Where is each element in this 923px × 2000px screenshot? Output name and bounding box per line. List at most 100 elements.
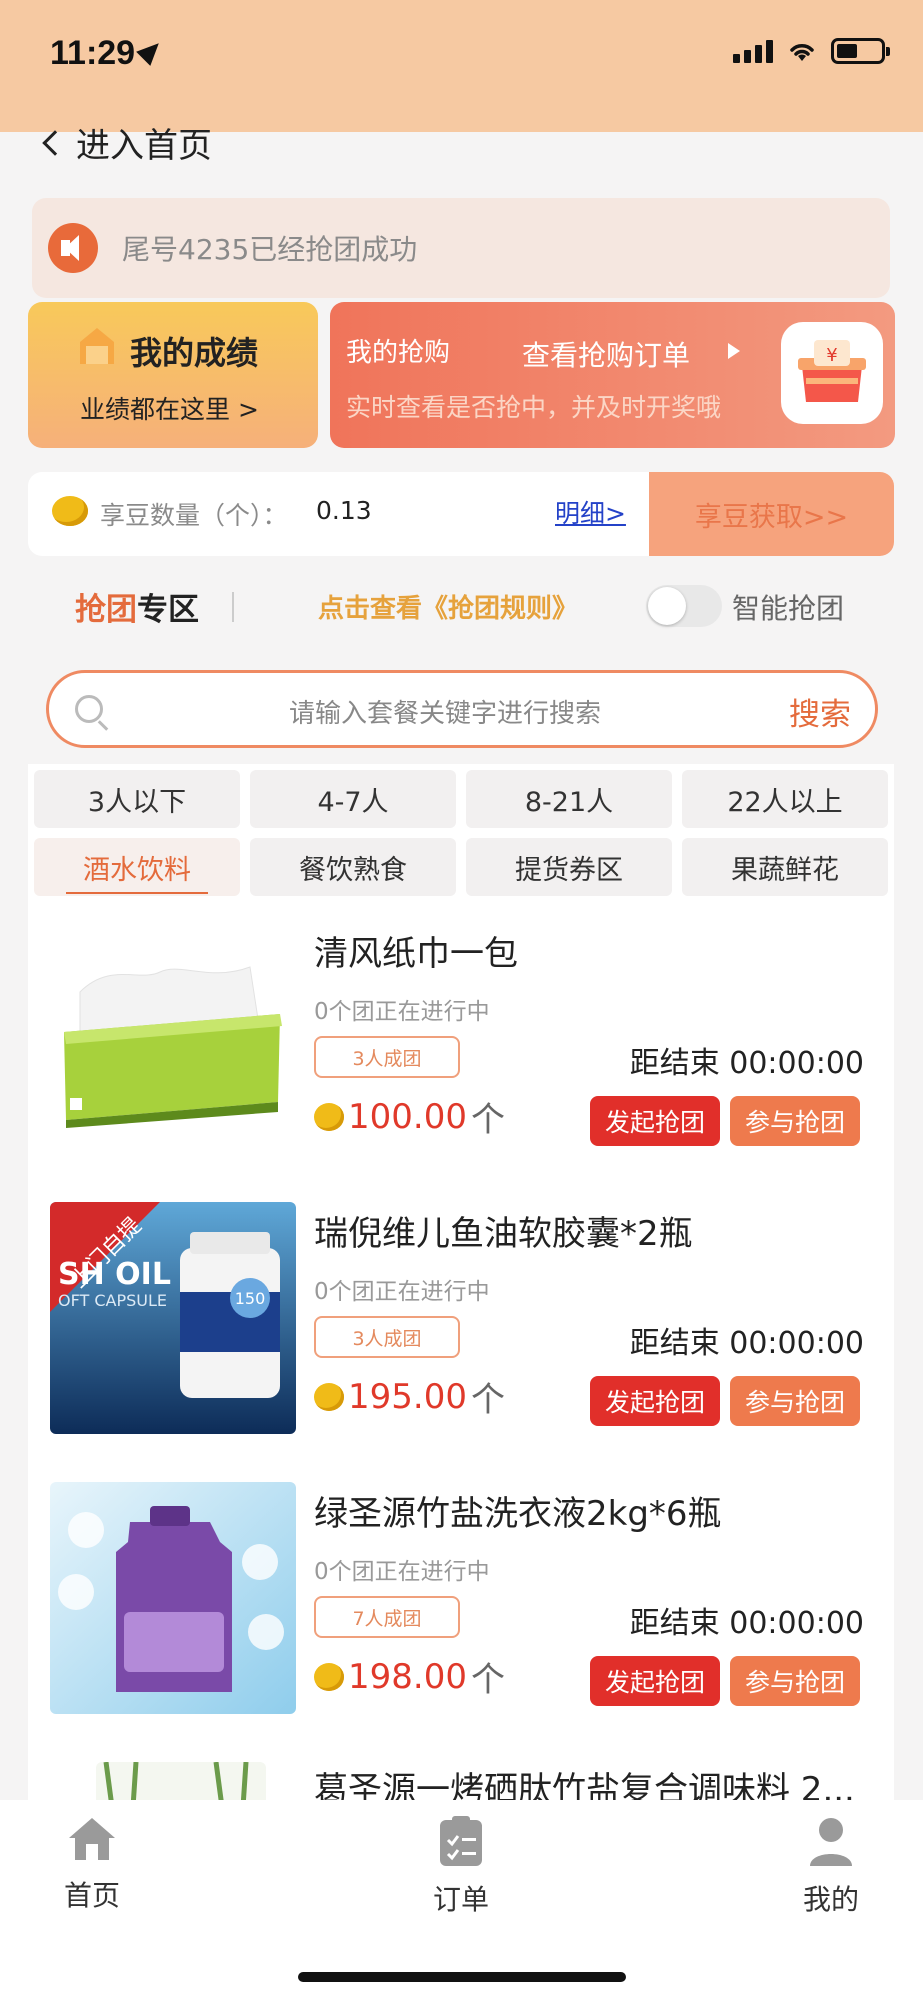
bean-icon [52, 496, 88, 526]
filter-grid: 3人以下 4-7人 8-21人 22人以上 酒水饮料 餐饮熟食 提货券区 果蔬鲜… [28, 764, 894, 900]
capsule-label-text: OFT CAPSULE [58, 1291, 167, 1310]
purchase-title: 我的抢购 [346, 338, 451, 368]
product-price: 100.00 个 [314, 1092, 505, 1141]
tab-home-label: 首页 [63, 1879, 120, 1912]
start-group-button[interactable]: 发起抢团 [590, 1656, 720, 1706]
location-arrow-icon [136, 36, 166, 66]
price-unit: 个 [470, 1380, 505, 1420]
bean-icon [314, 1382, 344, 1411]
tab-bar: 首页 订单 我的 [0, 1800, 923, 2000]
filter-group-size[interactable]: 3人以下 [34, 770, 240, 828]
product-price: 195.00 个 [314, 1372, 505, 1421]
product-item[interactable]: 清风纸巾一包 0个团正在进行中 3人成团 距结束 00:00:00 100.00… [28, 900, 894, 1180]
zone-title-accent: 抢团 [75, 592, 137, 628]
smart-grab-label: 智能抢团 [732, 592, 845, 625]
price-value: 198.00 [348, 1656, 467, 1697]
join-group-button[interactable]: 参与抢团 [730, 1376, 860, 1426]
chevron-left-icon [42, 129, 68, 156]
beans-label: 享豆数量（个）： [100, 501, 288, 530]
product-item[interactable]: 上门自提 SH OIL OFT CAPSULE 150 瑞倪维儿鱼油软胶囊*2瓶… [28, 1180, 894, 1460]
nav-title: 进入首页 [76, 126, 212, 166]
product-name: 瑞倪维儿鱼油软胶囊*2瓶 [314, 1214, 693, 1254]
my-score-card[interactable]: 我的成绩 业绩都在这里 > [28, 302, 318, 448]
notice-text: 尾号4235已经抢团成功 [122, 233, 418, 266]
filter-group-size[interactable]: 8-21人 [466, 770, 672, 828]
beans-row: 享豆数量（个）： 0.13 明细> 享豆获取>> [28, 472, 894, 556]
status-icons [733, 38, 890, 64]
tab-orders[interactable]: 订单 [401, 1814, 521, 1918]
product-name: 清风纸巾一包 [314, 934, 518, 974]
search-icon [75, 695, 103, 723]
filter-category[interactable]: 果蔬鲜花 [682, 838, 888, 896]
toggle-knob [648, 587, 686, 625]
product-item[interactable]: 绿圣源竹盐洗衣液2kg*6瓶 0个团正在进行中 7人成团 距结束 00:00:0… [28, 1460, 894, 1740]
tab-mine-label: 我的 [802, 1883, 859, 1916]
user-icon [810, 1818, 852, 1866]
filter-category[interactable]: 餐饮熟食 [250, 838, 456, 896]
my-purchase-card[interactable]: 我的抢购 查看抢购订单 实时查看是否抢中，并及时开奖哦 ¥ [330, 302, 895, 448]
product-name: 葛圣源一烤硒肽竹盐复合调味料 2... [314, 1770, 855, 1800]
start-group-button[interactable]: 发起抢团 [590, 1376, 720, 1426]
filter-group-size[interactable]: 4-7人 [250, 770, 456, 828]
view-orders-link[interactable]: 查看抢购订单 [522, 334, 690, 374]
product-image-tissue [50, 922, 296, 1154]
battery-icon [831, 38, 890, 64]
join-group-button[interactable]: 参与抢团 [730, 1096, 860, 1146]
tab-orders-label: 订单 [432, 1883, 489, 1916]
gift-box-icon: ¥ [781, 322, 883, 424]
filter-category[interactable]: 提货券区 [466, 838, 672, 896]
bean-icon [314, 1662, 344, 1691]
tab-mine[interactable]: 我的 [771, 1814, 891, 1918]
price-unit: 个 [470, 1660, 505, 1700]
home-indicator [298, 1972, 626, 1982]
product-image-detergent [50, 1482, 296, 1714]
group-size-badge: 7人成团 [314, 1596, 460, 1638]
clipboard-icon [440, 1816, 482, 1866]
status-bar: 11:29 [0, 0, 923, 132]
smart-grab-toggle[interactable] [646, 585, 722, 627]
product-price: 198.00 个 [314, 1652, 505, 1701]
product-list: 清风纸巾一包 0个团正在进行中 3人成团 距结束 00:00:00 100.00… [28, 900, 894, 1800]
price-value: 195.00 [348, 1376, 467, 1417]
product-status: 0个团正在进行中 [314, 1279, 490, 1305]
zone-title: 抢团专区 [75, 584, 199, 629]
score-title: 我的成绩 [130, 334, 259, 372]
search-input[interactable]: 请输入套餐关键字进行搜索 搜索 [46, 670, 878, 748]
filter-group-size[interactable]: 22人以上 [682, 770, 888, 828]
zone-title-rest: 专区 [137, 592, 199, 628]
play-arrow-icon [728, 343, 740, 359]
rules-link[interactable]: 点击查看《抢团规则》 [318, 588, 578, 625]
start-group-button[interactable]: 发起抢团 [590, 1096, 720, 1146]
capsule-count-badge-text: 150 [235, 1289, 266, 1308]
fish-oil-label-text: SH OIL [58, 1257, 171, 1292]
filter-category-active[interactable]: 酒水饮料 [34, 838, 240, 896]
beans-value: 0.13 [316, 496, 372, 525]
price-unit: 个 [470, 1100, 505, 1140]
score-badge-icon [80, 328, 114, 364]
score-subtitle: 业绩都在这里 > [80, 395, 259, 424]
notice-banner: 尾号4235已经抢团成功 [32, 198, 890, 298]
tab-home[interactable]: 首页 [32, 1814, 152, 1914]
product-item[interactable]: 葛圣源一烤硒肽竹盐复合调味料 2... [28, 1740, 894, 1800]
zone-divider [232, 592, 234, 622]
group-size-badge: 3人成团 [314, 1036, 460, 1078]
product-image-seasoning [96, 1762, 266, 1800]
beans-detail-link[interactable]: 明细> [555, 494, 626, 530]
bean-icon [314, 1102, 344, 1131]
countdown: 距结束 00:00:00 [629, 1606, 864, 1641]
cellular-signal-icon [733, 39, 773, 63]
product-status: 0个团正在进行中 [314, 999, 490, 1025]
speaker-icon [48, 223, 98, 273]
group-size-badge: 3人成团 [314, 1316, 460, 1358]
get-beans-button[interactable]: 享豆获取>> [649, 472, 894, 556]
back-to-home-button[interactable]: 进入首页 [40, 118, 212, 167]
product-status: 0个团正在进行中 [314, 1559, 490, 1585]
product-name: 绿圣源竹盐洗衣液2kg*6瓶 [314, 1494, 722, 1534]
product-image-fish-oil: 上门自提 SH OIL OFT CAPSULE 150 [50, 1202, 296, 1434]
search-button[interactable]: 搜索 [789, 689, 851, 734]
svg-text:¥: ¥ [826, 345, 837, 366]
purchase-subtitle: 实时查看是否抢中，并及时开奖哦 [346, 393, 722, 422]
search-placeholder: 请输入套餐关键字进行搜索 [289, 699, 602, 729]
countdown: 距结束 00:00:00 [629, 1046, 864, 1081]
join-group-button[interactable]: 参与抢团 [730, 1656, 860, 1706]
